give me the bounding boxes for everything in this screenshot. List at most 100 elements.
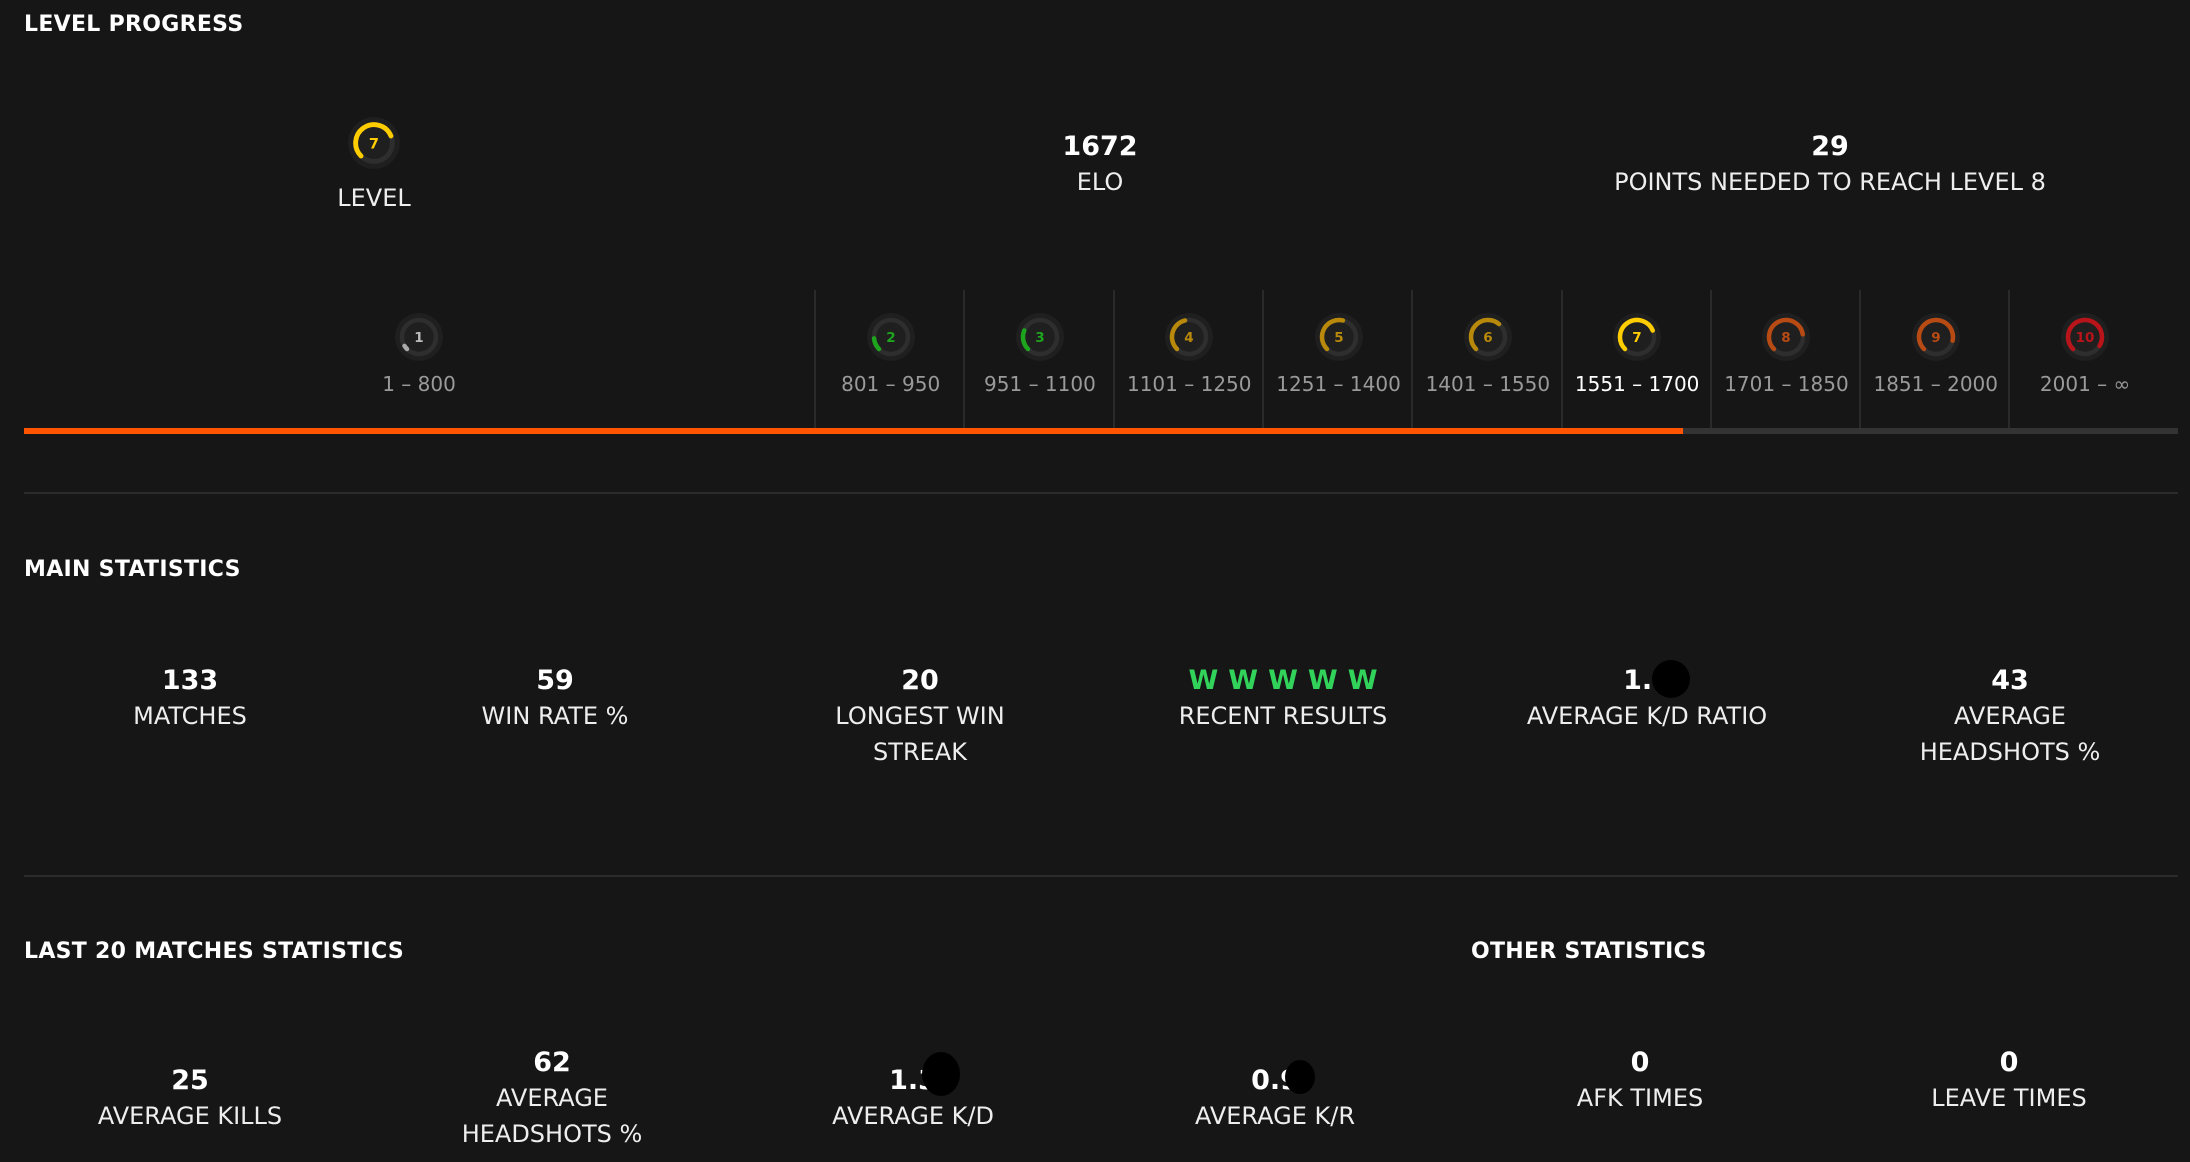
level-2-gauge-icon: 2 (866, 313, 915, 361)
recent-result-win: W (1347, 665, 1378, 696)
level-7-range: 1551 – 1700 (1574, 372, 1700, 396)
level-4-gauge-icon: 4 (1165, 313, 1214, 361)
level-6-gauge-icon: 6 (1463, 313, 1512, 361)
level-5-tier: 5 1251 – 1400 (1261, 290, 1413, 428)
level-9-range: 1851 – 2000 (1873, 372, 1998, 396)
leave-times-label: LEAVE TIMES (1931, 1084, 2087, 1112)
level-3-gauge-icon: 3 (1015, 313, 1064, 361)
afk-times-stat: 0 AFK TIMES (1490, 1046, 1790, 1116)
avg-headshots-label-1: AVERAGE (1954, 702, 2066, 730)
avg-kills-value: 25 (171, 1065, 209, 1096)
redaction-mark (1652, 660, 1690, 698)
level-4-range: 1101 – 1250 (1126, 372, 1252, 396)
avg-headshots-value: 43 (1991, 665, 2029, 696)
level-4-tier: 4 1101 – 1250 (1112, 290, 1264, 428)
recent-results-list: WWWWW (1189, 664, 1378, 698)
level-1-gauge-icon: 1 (395, 313, 443, 361)
last20-kr-label: AVERAGE K/R (1194, 1102, 1356, 1130)
last20-headshots-value: 62 (533, 1047, 571, 1078)
last20-kr-stat: 0.9 AVERAGE K/R (1125, 1064, 1425, 1134)
divider-2 (24, 875, 2178, 877)
points-needed-value: 29 (1811, 131, 1849, 162)
level-5-range: 1251 – 1400 (1276, 372, 1401, 396)
level-1-tier: 1 1 – 800 (24, 290, 814, 428)
avg-kd-ratio-value: 1.1 (1623, 665, 1671, 696)
last20-headshots-label-2: HEADSHOTS % (461, 1120, 643, 1148)
level-10-tier: 10 2001 – ∞ (2008, 290, 2159, 428)
level-9-tier: 9 1851 – 2000 (1859, 290, 2010, 428)
redaction-mark (1285, 1060, 1315, 1094)
last20-kd-label: AVERAGE K/D (832, 1102, 994, 1130)
avg-headshots-stat: 43 AVERAGE HEADSHOTS % (1860, 664, 2160, 770)
recent-result-win: W (1228, 665, 1259, 696)
elo-progress-bar (24, 428, 2178, 434)
redaction-mark (922, 1052, 960, 1096)
elo-label: ELO (1076, 168, 1124, 196)
level-progress-title: LEVEL PROGRESS (24, 12, 244, 37)
last20-kr-value: 0.9 (1251, 1065, 1299, 1096)
level-scale: 1 1 – 800 2 801 – 950 3 951 – 1100 4 1101 – 125… (24, 290, 2178, 430)
avg-kd-ratio-stat: 1.1 AVERAGE K/D RATIO (1497, 664, 1797, 734)
svg-text:6: 6 (1483, 330, 1492, 346)
recent-result-win: W (1188, 665, 1219, 696)
svg-text:5: 5 (1334, 330, 1343, 346)
longest-win-streak-value: 20 (901, 665, 939, 696)
longest-win-streak-label-1: LONGEST WIN (835, 702, 1005, 730)
points-needed-stat: 29 POINTS NEEDED TO REACH LEVEL 8 (1530, 130, 2130, 200)
avg-kills-stat: 25 AVERAGE KILLS (40, 1064, 340, 1134)
leave-times-stat: 0 LEAVE TIMES (1859, 1046, 2159, 1116)
last20-headshots-label-1: AVERAGE (496, 1084, 608, 1112)
level-3-range: 951 – 1100 (984, 372, 1096, 396)
svg-text:9: 9 (1931, 330, 1940, 346)
last20-kd-stat: 1.3 AVERAGE K/D (763, 1064, 1063, 1134)
current-level-stat: 7 LEVEL (274, 116, 474, 216)
level-8-tier: 8 1701 – 1850 (1709, 290, 1861, 428)
svg-text:3: 3 (1035, 330, 1044, 346)
points-needed-label: POINTS NEEDED TO REACH LEVEL 8 (1614, 168, 2046, 196)
recent-result-win: W (1307, 665, 1338, 696)
longest-win-streak-label-2: STREAK (873, 738, 967, 766)
recent-results-label: RECENT RESULTS (1178, 702, 1388, 730)
recent-results-stat: WWWWW RECENT RESULTS (1133, 664, 1433, 734)
level-2-tier: 2 801 – 950 (814, 290, 965, 428)
leave-times-value: 0 (1999, 1047, 2019, 1078)
svg-text:7: 7 (369, 135, 379, 152)
level-10-range: 2001 – ∞ (2039, 372, 2131, 396)
level-7-gauge-icon: 7 (348, 117, 400, 169)
level-7-tier: 7 1551 – 1700 (1560, 290, 1712, 428)
main-statistics-title: MAIN STATISTICS (24, 557, 241, 582)
last20-headshots-stat: 62 AVERAGE HEADSHOTS % (402, 1046, 702, 1152)
matches-stat: 133 MATCHES (40, 664, 340, 734)
elo-progress-fill (24, 428, 1683, 434)
elo-value: 1672 (1062, 131, 1138, 162)
level-9-gauge-icon: 9 (1911, 313, 1960, 361)
win-rate-stat: 59 WIN RATE % (405, 664, 705, 734)
afk-times-label: AFK TIMES (1576, 1084, 1704, 1112)
svg-text:8: 8 (1782, 330, 1791, 346)
level-3-tier: 3 951 – 1100 (963, 290, 1114, 428)
last20-title: LAST 20 MATCHES STATISTICS (24, 939, 405, 964)
elo-stat: 1672 ELO (1000, 130, 1200, 200)
win-rate-value: 59 (536, 665, 574, 696)
level-2-range: 801 – 950 (841, 372, 941, 396)
matches-label: MATCHES (133, 702, 247, 730)
other-statistics-title: OTHER STATISTICS (1471, 939, 1707, 964)
current-level-label: LEVEL (337, 184, 411, 212)
longest-win-streak-stat: 20 LONGEST WIN STREAK (770, 664, 1070, 770)
last20-kd-value: 1.3 (889, 1065, 937, 1096)
avg-headshots-label-2: HEADSHOTS % (1919, 738, 2101, 766)
avg-kills-label: AVERAGE KILLS (97, 1102, 283, 1130)
level-1-range: 1 – 800 (382, 372, 456, 396)
level-7-gauge-icon: 7 (1613, 313, 1662, 361)
level-5-gauge-icon: 5 (1314, 313, 1363, 361)
svg-text:1: 1 (414, 330, 423, 346)
svg-text:10: 10 (2076, 330, 2095, 346)
svg-text:4: 4 (1185, 330, 1194, 346)
level-6-range: 1401 – 1550 (1425, 372, 1551, 396)
level-6-tier: 6 1401 – 1550 (1411, 290, 1562, 428)
afk-times-value: 0 (1630, 1047, 1650, 1078)
recent-result-win: W (1268, 665, 1298, 696)
svg-text:7: 7 (1632, 330, 1641, 346)
level-10-gauge-icon: 10 (2061, 313, 2110, 361)
svg-text:2: 2 (886, 330, 895, 346)
